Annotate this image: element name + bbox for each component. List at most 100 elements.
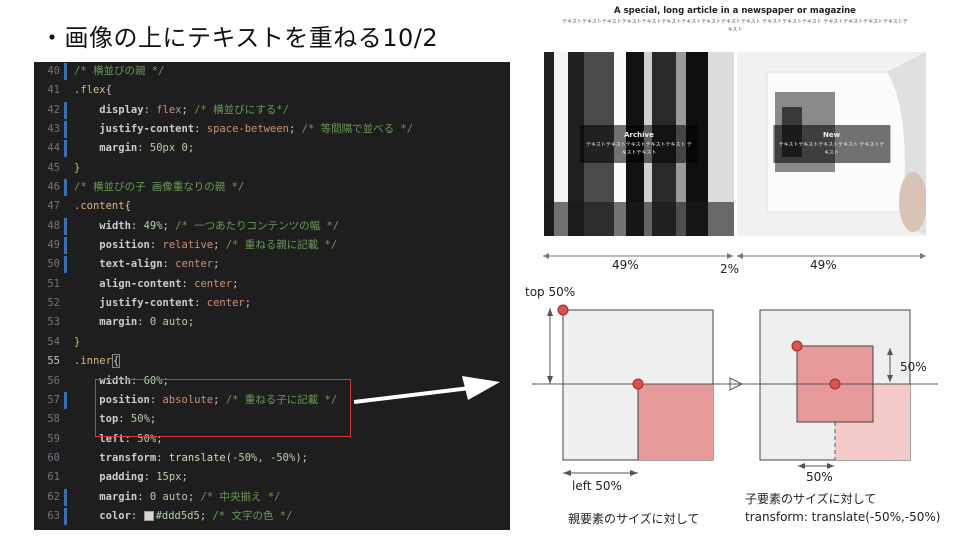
code-text: display: flex; /* 横並びにする*/ <box>99 103 289 116</box>
css-value: space-between <box>206 123 289 136</box>
css-property: justify-content <box>99 123 195 136</box>
side-50-label: 50% <box>900 360 927 374</box>
code-text: width: 49%; /* 一つあたりコンテンツの幅 */ <box>99 219 340 232</box>
line-number: 46 <box>34 178 67 197</box>
code-comment: /* 重ねる親に記載 */ <box>225 239 338 252</box>
code-line: 51 align-content: center; <box>34 275 510 294</box>
highlight-box <box>95 379 351 437</box>
git-change-marker <box>64 140 67 158</box>
css-value: -50%, -50% <box>232 451 296 464</box>
brace: } <box>74 335 81 348</box>
child-box <box>638 384 713 460</box>
code-editor[interactable]: 40 /* 横並びの親 */ 41 .flex{42 display: flex; /… <box>34 62 510 530</box>
overlay-new-text: テキストテキストテキストテキスト テキストテキスト <box>778 142 885 156</box>
git-change-marker <box>64 237 67 255</box>
css-value: center <box>194 277 233 290</box>
css-property: color <box>99 509 131 522</box>
width-right-label: 49% <box>810 258 837 272</box>
width-left-label: 49% <box>612 258 639 272</box>
overlay-archive-title: Archive <box>624 131 654 139</box>
overlay-archive: Archive テキストテキストテキストテキストテキスト テキストテキスト <box>580 125 698 163</box>
line-number: 43 <box>34 120 67 139</box>
line-number: 57 <box>34 391 67 410</box>
code-text: justify-content: space-between; /* 等間隔で並… <box>99 123 414 136</box>
code-comment: /* 横並びの親 */ <box>74 65 165 77</box>
css-value: 0, 0, 0, 0.5 <box>257 529 333 530</box>
code-line: 53 margin: 0 auto; <box>34 313 510 332</box>
code-text: .flex{ <box>64 81 112 100</box>
css-value: center <box>175 258 214 271</box>
css-property: background-color <box>99 529 200 530</box>
code-line: 47 .content{ <box>34 197 510 216</box>
code-text: margin: 0 auto; <box>99 316 195 329</box>
line-number: 63 <box>34 507 67 526</box>
line-number: 54 <box>47 335 60 348</box>
css-value: #ddd5d5 <box>155 509 200 522</box>
overlay-new: New テキストテキストテキストテキスト テキストテキスト <box>772 125 891 163</box>
code-line: 64 background-color: rgba(0, 0, 0, 0.5); <box>34 526 510 530</box>
git-change-marker <box>64 256 67 274</box>
git-change-marker <box>64 507 67 525</box>
line-number: 52 <box>47 297 60 310</box>
brace: } <box>74 161 81 174</box>
git-change-marker <box>64 391 67 409</box>
line-number: 53 <box>47 316 60 329</box>
magazine-title: A special, long article in a newspaper o… <box>614 6 856 16</box>
code-text: .inner{ <box>64 352 121 371</box>
brace: { <box>124 200 131 213</box>
css-property: position <box>99 239 150 252</box>
code-text: padding: 15px; <box>99 471 188 484</box>
code-text: margin: 0 auto; /* 中央揃え */ <box>99 490 281 503</box>
color-swatch-icon <box>143 510 154 521</box>
code-line: 42 display: flex; /* 横並びにする*/ <box>34 101 510 120</box>
line-number: 50 <box>34 255 67 274</box>
code-line: 61 padding: 15px; <box>34 468 510 487</box>
css-value: 0 auto <box>149 316 188 329</box>
code-line: 62 margin: 0 auto; /* 中央揃え */ <box>34 488 510 507</box>
line-number: 64 <box>34 526 64 530</box>
code-line: 41 .flex{ <box>34 81 510 100</box>
magazine-subtitle: テキストテキストテキストテキストテキストテキストテキストテキストテキストテキスト… <box>562 19 908 33</box>
line-number: 42 <box>34 101 67 120</box>
code-line: 54} <box>34 333 510 352</box>
parent-caption: 親要素のサイズに対して <box>568 512 700 526</box>
css-selector: .content <box>74 200 125 213</box>
css-function: translate <box>168 451 226 464</box>
code-text: align-content: center; <box>99 277 239 290</box>
code-comment: /* 文字の色 */ <box>212 509 293 522</box>
code-text: } <box>64 333 80 352</box>
arrow-icon <box>353 376 500 404</box>
child-formula: transform: translate(-50%,-50%) <box>745 510 941 524</box>
bottom-50-label: 50% <box>806 470 833 484</box>
positioning-diagram <box>532 304 938 476</box>
code-text: text-align: center; <box>99 258 220 271</box>
code-text: position: relative; /* 重ねる親に記載 */ <box>99 239 338 252</box>
css-value: center <box>206 297 245 310</box>
line-number: 40 <box>34 62 67 81</box>
css-property: transform <box>99 451 157 464</box>
photo-left: Archive テキストテキストテキストテキストテキスト テキストテキスト <box>544 52 734 236</box>
code-line: 44 margin: 50px 0; <box>34 139 510 158</box>
line-number: 56 <box>47 374 60 387</box>
overlay-archive-text: テキストテキストテキストテキストテキスト テキストテキスト <box>586 142 692 156</box>
code-text: } <box>64 159 80 178</box>
css-value: 49% <box>143 219 163 232</box>
code-comment: /* 等間隔で並べる */ <box>301 123 414 136</box>
code-line: 46 /* 横並びの子 画像重なりの親 */ <box>34 178 510 197</box>
line-number: 61 <box>47 471 60 484</box>
css-property: justify-content <box>99 297 195 310</box>
css-property: margin <box>99 142 138 155</box>
line-number: 44 <box>34 139 67 158</box>
code-text: /* 横並びの親 */ <box>64 62 164 81</box>
css-value: 0 auto <box>149 490 188 503</box>
css-property: padding <box>99 471 144 484</box>
code-text: justify-content: center; <box>99 297 252 310</box>
code-line: 52 justify-content: center; <box>34 294 510 313</box>
child-caption: 子要素のサイズに対して <box>745 492 877 506</box>
code-line: 50 text-align: center; <box>34 255 510 274</box>
photo-right: New テキストテキストテキストテキスト テキストテキスト <box>737 52 926 236</box>
css-property: width <box>99 219 131 232</box>
code-text: color: #ddd5d5; /* 文字の色 */ <box>99 509 293 522</box>
top-label: top 50% <box>525 285 576 299</box>
code-line: 48 width: 49%; /* 一つあたりコンテンツの幅 */ <box>34 217 510 236</box>
